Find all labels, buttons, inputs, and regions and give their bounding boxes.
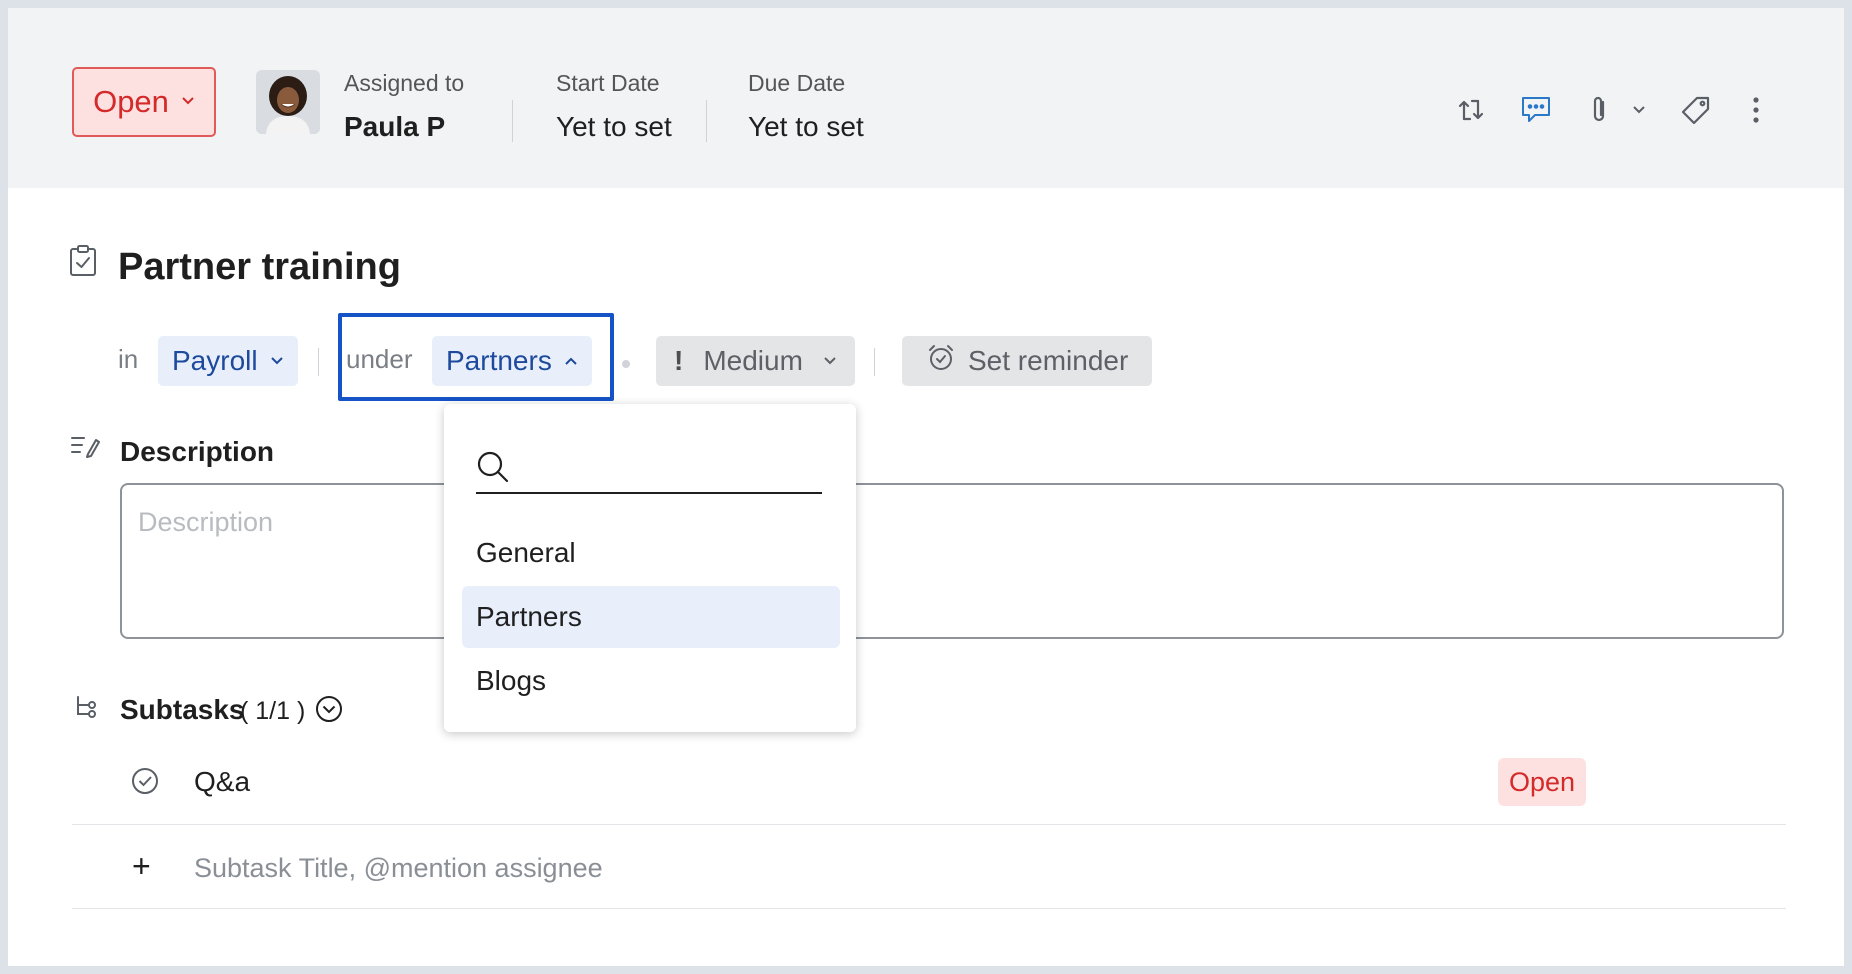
add-subtask-plus-icon[interactable]: + bbox=[132, 848, 151, 885]
subtasks-heading: Subtasks bbox=[120, 694, 245, 725]
project-name: Payroll bbox=[172, 345, 258, 376]
convert-icon[interactable] bbox=[1456, 92, 1486, 128]
start-date-field[interactable]: Start Date Yet to set bbox=[556, 70, 672, 143]
divider bbox=[318, 348, 319, 376]
assignee-name: Paula P bbox=[344, 111, 446, 142]
assignee-field[interactable]: Assigned to Paula P bbox=[344, 70, 464, 143]
collapse-circle-chevron-icon[interactable] bbox=[314, 694, 344, 729]
due-date-label: Due Date bbox=[748, 70, 846, 96]
priority-dropdown[interactable]: ! Medium bbox=[656, 336, 855, 386]
description-heading: Description bbox=[120, 436, 275, 467]
due-date-value: Yet to set bbox=[748, 111, 864, 142]
more-vertical-icon[interactable] bbox=[1752, 92, 1760, 128]
attachment-icon[interactable] bbox=[1588, 92, 1612, 128]
divider bbox=[706, 100, 707, 142]
description-edit-icon bbox=[70, 434, 100, 465]
subtask-title-input[interactable] bbox=[194, 848, 1094, 888]
dropdown-option-general[interactable]: General bbox=[462, 522, 840, 584]
divider bbox=[72, 908, 1786, 909]
avatar[interactable] bbox=[256, 70, 320, 134]
status-label: Open bbox=[93, 84, 169, 119]
tasklist-dropdown[interactable]: Partners bbox=[432, 336, 592, 386]
assigned-to-label: Assigned to bbox=[344, 70, 465, 96]
subtask-title[interactable]: Q&a bbox=[194, 766, 250, 798]
dropdown-option-blogs[interactable]: Blogs bbox=[462, 650, 840, 712]
chevron-down-icon bbox=[270, 353, 284, 369]
alarm-clock-icon bbox=[926, 343, 956, 380]
task-detail-panel: Open Assigned to Paula P Start Date Yet … bbox=[8, 8, 1844, 966]
tasklist-name: Partners bbox=[446, 345, 552, 376]
chevron-down-icon bbox=[181, 93, 195, 111]
tag-icon[interactable] bbox=[1680, 92, 1712, 128]
tasklist-dropdown-menu: General Partners Blogs bbox=[444, 404, 856, 732]
separator-dot bbox=[622, 360, 630, 368]
task-checklist-icon bbox=[68, 244, 98, 283]
dropdown-option-partners[interactable]: Partners bbox=[462, 586, 840, 648]
due-date-field[interactable]: Due Date Yet to set bbox=[748, 70, 864, 143]
description-input[interactable] bbox=[120, 483, 1784, 639]
dropdown-search-input[interactable] bbox=[476, 444, 822, 494]
divider bbox=[512, 100, 513, 142]
start-date-label: Start Date bbox=[556, 70, 660, 96]
subtasks-count: ( 1/1 ) bbox=[240, 697, 306, 725]
start-date-value: Yet to set bbox=[556, 111, 672, 142]
subtasks-tree-icon bbox=[72, 694, 100, 727]
priority-exclamation-icon: ! bbox=[674, 345, 684, 376]
chevron-up-icon bbox=[564, 353, 578, 369]
chevron-down-icon[interactable] bbox=[1632, 92, 1646, 128]
priority-value: Medium bbox=[703, 345, 803, 376]
set-reminder-button[interactable]: Set reminder bbox=[902, 336, 1153, 386]
divider bbox=[72, 824, 1786, 825]
task-title[interactable]: Partner training bbox=[118, 246, 401, 289]
chevron-down-icon bbox=[823, 353, 837, 369]
status-badge[interactable]: Open bbox=[1498, 758, 1587, 806]
under-label: under bbox=[346, 344, 413, 374]
in-label: in bbox=[118, 344, 139, 374]
project-dropdown[interactable]: Payroll bbox=[158, 336, 298, 386]
comment-icon[interactable] bbox=[1520, 92, 1552, 128]
task-header: Open Assigned to Paula P Start Date Yet … bbox=[8, 8, 1844, 188]
status-dropdown-button[interactable]: Open bbox=[72, 67, 216, 137]
set-reminder-label: Set reminder bbox=[968, 345, 1129, 376]
check-circle-icon[interactable] bbox=[130, 766, 160, 801]
divider bbox=[874, 348, 875, 376]
